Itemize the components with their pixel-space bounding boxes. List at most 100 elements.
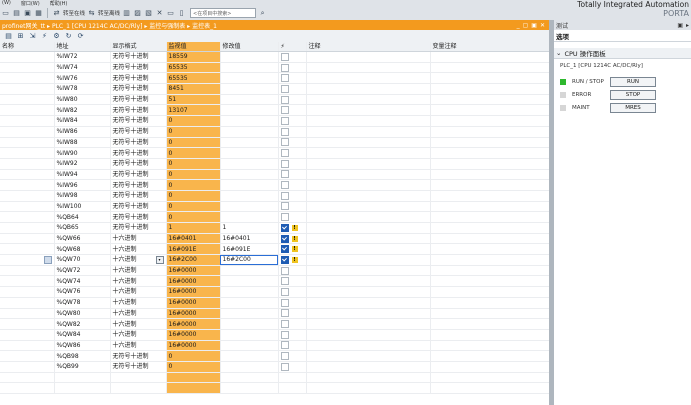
row-modify-value[interactable] [220,286,279,298]
row-name-cell[interactable] [0,190,55,202]
row-variable-comment[interactable] [430,350,550,362]
row-address[interactable]: %QW80 [54,308,111,320]
modify-now-icon[interactable]: ⚡ [40,32,49,41]
row-modify-flag[interactable] [278,62,307,74]
row-format[interactable]: 十六进制 ▾ [110,254,167,266]
row-name-cell[interactable] [0,372,55,384]
row-modify-flag[interactable] [278,83,307,95]
modify-checkbox[interactable] [280,277,289,286]
row-comment[interactable] [306,83,431,95]
row-comment[interactable] [306,265,431,277]
row-modify-value[interactable] [220,382,279,394]
row-format[interactable]: 十六进制 [110,275,167,288]
row-variable-comment[interactable] [430,62,550,74]
row-modify-flag[interactable] [278,201,307,213]
row-comment[interactable] [306,372,431,384]
row-address[interactable]: %QW82 [54,318,111,330]
row-modify-value[interactable] [220,179,279,191]
table-row[interactable]: %QW78 十六进制 16#0000 [0,297,550,309]
row-address[interactable]: %IW84 [54,115,111,127]
print-icon[interactable]: ▦ [34,9,43,18]
row-comment[interactable] [306,190,431,202]
row-comment[interactable] [306,211,431,223]
row-modify-flag[interactable] [278,382,307,394]
table-row[interactable]: %IW80 无符号十进制 51 [0,94,550,106]
row-name-cell[interactable] [0,308,55,320]
row-modify-flag[interactable]: ! [278,243,307,256]
row-modify-value[interactable]: 16#0401 [220,233,279,245]
modify-checkbox[interactable] [280,213,289,222]
col-comment[interactable]: 注释 [306,42,431,52]
modify-checkbox[interactable] [280,191,289,200]
modify-checkbox[interactable] [280,341,289,350]
monitor-all-icon[interactable]: ↻ [64,32,73,41]
row-name-cell[interactable] [0,340,55,352]
open-project-icon[interactable]: ▤ [12,9,21,18]
table-row[interactable]: %QW74 十六进制 16#0000 [0,275,550,288]
row-name-cell[interactable] [0,297,55,309]
modify-checkbox[interactable] [280,106,289,115]
row-modify-value[interactable]: 16#2C00 [220,254,279,266]
modify-checkbox[interactable] [280,309,289,318]
row-modify-value[interactable] [220,372,279,384]
go-offline-button[interactable]: 转至离线 [98,9,120,17]
row-modify-flag[interactable] [278,211,307,223]
row-modify-flag[interactable] [278,350,307,362]
row-address[interactable]: %QW76 [54,286,111,298]
row-modify-value[interactable] [220,62,279,74]
row-modify-flag[interactable] [278,169,307,181]
row-address[interactable]: %IW96 [54,179,111,191]
add-row-icon[interactable]: ⊞ [16,32,25,41]
row-comment[interactable] [306,340,431,352]
row-comment[interactable] [306,361,431,373]
mres-button[interactable]: MRES [610,102,656,113]
row-variable-comment[interactable] [430,94,550,106]
col-format[interactable]: 显示格式 [110,42,167,52]
row-format[interactable]: 十六进制 [110,297,167,309]
modify-checkbox[interactable] [280,202,289,211]
col-monitor-value[interactable]: 监视值 [166,42,221,52]
row-address[interactable]: %IW100 [54,201,111,213]
col-modify-flag[interactable]: ⚡ [278,42,307,52]
row-modify-flag[interactable] [278,286,307,298]
start-cpu-icon[interactable]: ▨ [133,9,142,18]
row-address[interactable]: %IW86 [54,126,111,138]
row-variable-comment[interactable] [430,83,550,95]
row-variable-comment[interactable] [430,297,550,309]
table-row[interactable]: %QW76 十六进制 16#0000 [0,286,550,298]
row-format[interactable] [110,372,167,384]
row-modify-value[interactable] [220,340,279,352]
row-name-cell[interactable] [0,115,55,127]
modify-checkbox[interactable] [280,149,289,158]
row-modify-flag[interactable] [278,126,307,138]
modify-checkbox[interactable] [280,127,289,136]
row-format[interactable]: 无符号十进制 [110,350,167,362]
row-comment[interactable] [306,147,431,159]
row-address[interactable]: %IW90 [54,147,111,159]
row-variable-comment[interactable] [430,243,550,256]
table-row[interactable]: %IW86 无符号十进制 0 [0,126,550,138]
row-variable-comment[interactable] [430,233,550,245]
row-format[interactable] [110,382,167,394]
table-row[interactable]: %QW82 十六进制 16#0000 [0,318,550,330]
row-address[interactable]: %IW82 [54,104,111,117]
row-address[interactable]: %QW74 [54,275,111,288]
row-address[interactable]: %QW86 [54,340,111,352]
table-row[interactable]: %QW86 十六进制 16#0000 [0,340,550,352]
row-address[interactable]: %QB64 [54,211,111,223]
modify-checkbox[interactable] [280,95,289,104]
row-format[interactable]: 无符号十进制 [110,137,167,149]
row-modify-value[interactable] [220,169,279,181]
row-variable-comment[interactable] [430,169,550,181]
row-address[interactable]: %QB98 [54,350,111,362]
project-search-input[interactable]: <在项目中搜索> [190,8,257,18]
col-address[interactable]: 地址 [54,42,111,52]
row-format[interactable]: 十六进制 [110,318,167,330]
row-address[interactable]: %QW66 [54,233,111,245]
row-name-cell[interactable] [0,233,55,245]
row-address[interactable]: %QW70 [54,254,111,266]
table-row[interactable]: %IW92 无符号十进制 0 [0,158,550,170]
row-format[interactable]: 无符号十进制 [110,211,167,223]
row-variable-comment[interactable] [430,361,550,373]
table-row[interactable]: %IW94 无符号十进制 0 [0,169,550,181]
